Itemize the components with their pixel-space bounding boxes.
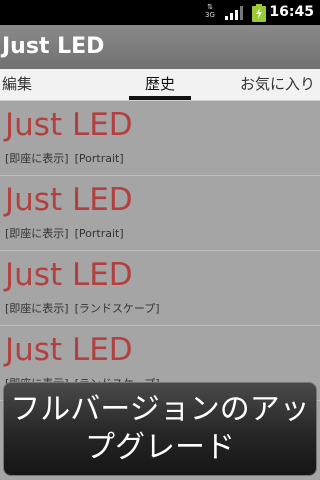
battery-charging-icon xyxy=(252,4,266,22)
list-item-details: [即座に表示] [Portrait] xyxy=(5,227,124,241)
app-title: Just LED xyxy=(2,34,105,59)
list-item-mode: [即座に表示] xyxy=(5,152,69,165)
list-item[interactable]: Just LED [即座に表示] [ランドスケープ] xyxy=(0,251,320,326)
list-item-title: Just LED xyxy=(5,257,133,293)
status-clock: 16:45 xyxy=(269,4,314,20)
upgrade-label: フルバージョンのアップグレード xyxy=(10,392,310,465)
signal-strength-icon xyxy=(225,6,243,20)
upgrade-button[interactable]: フルバージョンのアップグレード xyxy=(3,382,317,476)
list-item-title: Just LED xyxy=(5,182,133,218)
list-item-orientation: [Portrait] xyxy=(74,227,124,240)
list-item-mode: [即座に表示] xyxy=(5,302,69,315)
list-item[interactable]: Just LED [即座に表示] [Portrait] xyxy=(0,176,320,251)
list-item-details: [即座に表示] [Portrait] xyxy=(5,152,124,166)
list-item-details: [即座に表示] [ランドスケープ] xyxy=(5,302,160,316)
list-item-mode: [即座に表示] xyxy=(5,227,69,240)
app-title-bar: Just LED xyxy=(0,25,320,70)
status-bar: ⇅ 3G 16:45 xyxy=(0,0,320,25)
network-label: 3G xyxy=(205,11,215,19)
tab-history[interactable]: 歴史 xyxy=(129,74,191,94)
list-item-title: Just LED xyxy=(5,107,133,143)
list-item-orientation: [ランドスケープ] xyxy=(74,302,160,315)
tab-edit[interactable]: 編集 xyxy=(2,74,32,94)
network-type-icon: ⇅ 3G xyxy=(205,3,215,19)
list-item-title: Just LED xyxy=(5,332,133,368)
list-item[interactable]: Just LED [即座に表示] [Portrait] xyxy=(0,101,320,176)
tab-selected-indicator xyxy=(129,96,191,100)
list-item-orientation: [Portrait] xyxy=(74,152,124,165)
tab-favorites[interactable]: お気に入り xyxy=(240,74,315,94)
